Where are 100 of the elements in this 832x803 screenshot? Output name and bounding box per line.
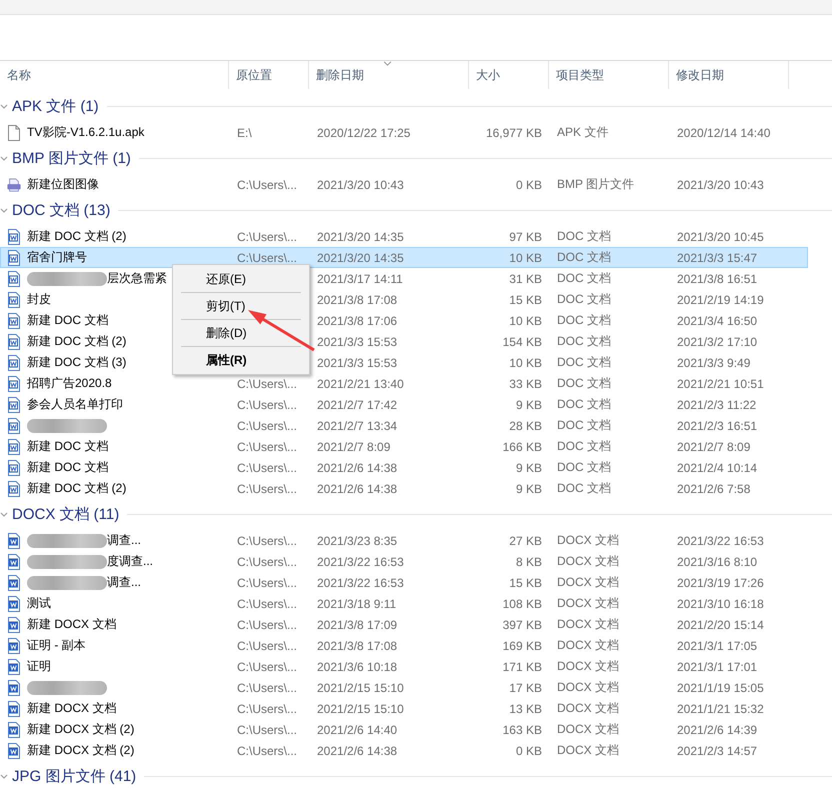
file-size: 0 KB [516,178,542,192]
modified-date: 2021/2/3 11:22 [677,398,756,412]
file-name: 参会人员名单打印 [27,396,123,413]
original-location: C:\Users\... [237,638,298,652]
deleted-date: 2021/2/6 14:38 [317,744,398,758]
file-size: 15 KB [509,292,542,306]
deleted-date: 2021/2/6 14:38 [317,460,398,474]
modified-date: 2021/2/3 16:51 [677,418,758,432]
menu-item[interactable]: 属性(R) [173,348,309,372]
deleted-date: 2021/3/23 8:35 [317,534,398,548]
group-header[interactable]: DOCX 文档 (11) [0,499,832,530]
word-document-icon [7,334,21,350]
menu-item[interactable]: 还原(E) [173,267,309,291]
modified-date: 2021/3/22 16:53 [677,534,764,548]
group-header[interactable]: DOC 文档 (13) [0,195,832,226]
file-size: 97 KB [509,230,542,244]
file-name: 测试 [27,595,51,612]
deleted-date: 2020/12/22 17:25 [317,126,410,140]
deleted-date: 2021/3/20 14:35 [317,230,404,244]
group-header[interactable]: JPG 图片文件 (41) [0,761,832,792]
column-header[interactable]: 删除日期 [309,61,469,89]
original-location: C:\Users\... [237,250,298,264]
item-type: DOC 文档 [557,396,611,413]
file-size: 169 KB [502,638,542,652]
word-document-icon [7,554,21,570]
deleted-date: 2021/3/22 16:53 [317,554,404,568]
annotation-arrow [246,308,316,352]
item-type: DOC 文档 [557,312,611,329]
modified-date: 2021/2/6 14:39 [677,722,758,736]
file-size: 166 KB [502,440,542,454]
item-type: DOCX 文档 [557,658,620,675]
item-type: DOCX 文档 [557,679,620,696]
deleted-date: 2021/2/6 14:38 [317,482,398,496]
original-location: C:\Users\... [237,178,298,192]
item-type: DOCX 文档 [557,532,620,549]
group-header[interactable]: APK 文件 (1) [0,91,832,122]
column-header[interactable]: 名称 [0,61,229,89]
item-type: DOC 文档 [557,333,611,350]
item-type: DOC 文档 [557,438,611,455]
deleted-date: 2021/3/20 14:35 [317,250,404,264]
file-name: 新建 DOCX 文档 [27,616,116,633]
item-type: DOC 文档 [557,270,611,287]
word-document-icon [7,680,21,696]
word-document-icon [7,270,21,286]
modified-date: 2021/1/21 15:32 [677,702,764,716]
word-document-icon [7,312,21,328]
word-document-icon [7,574,21,590]
modified-date: 2021/3/1 17:05 [677,638,758,652]
file-size: 16,977 KB [486,126,542,140]
modified-date: 2021/3/10 16:18 [677,596,764,610]
original-location: C:\Users\... [237,482,298,496]
file-name: 招聘广告2020.8 [27,375,112,392]
original-location: C:\Users\... [237,702,298,716]
modified-date: 2021/1/19 15:05 [677,680,764,694]
deleted-date: 2021/2/7 17:42 [317,398,398,412]
word-document-icon [7,418,21,434]
column-header[interactable]: 原位置 [229,61,309,89]
file-size: 8 KB [516,554,542,568]
group-header[interactable]: BMP 图片文件 (1) [0,143,832,174]
file-size: 10 KB [509,250,542,264]
column-header[interactable]: 修改日期 [669,61,789,89]
word-document-icon [7,722,21,738]
deleted-date: 2021/3/20 10:43 [317,178,404,192]
item-type: DOC 文档 [557,291,611,308]
item-type: DOCX 文档 [557,700,620,717]
deleted-date: 2021/3/3 15:53 [317,334,398,348]
file-size: 171 KB [502,660,542,674]
file-size: 108 KB [502,596,542,610]
selected-row[interactable]: 宿舍门牌号 C:\Users\... 2021/3/20 14:35 10 KB DOC 文档 2021/3/3 15:47 [0,247,808,268]
column-header[interactable]: 大小 [469,61,549,89]
file-name: 新建 DOCX 文档 (2) [27,721,134,738]
modified-date: 2021/2/21 10:51 [677,376,764,390]
word-document-icon [7,480,21,496]
modified-date: 2021/2/4 10:14 [677,460,758,474]
modified-date: 2021/2/3 14:57 [677,744,758,758]
original-location: C:\Users\... [237,398,298,412]
modified-date: 2021/3/4 16:50 [677,314,758,328]
file-size: 31 KB [509,272,542,286]
modified-date: 2021/3/20 10:45 [677,230,764,244]
modified-date: 2021/3/1 17:01 [677,660,758,674]
modified-date: 2021/3/3 15:47 [677,250,758,264]
deleted-date: 2021/3/18 9:11 [317,596,396,610]
modified-date: 2021/3/2 17:10 [677,334,758,348]
menu-item[interactable]: 剪切(T) [173,294,309,318]
file-size: 27 KB [509,534,542,548]
item-type: DOC 文档 [557,459,611,476]
modified-date: 2021/2/20 15:14 [677,618,764,632]
menu-item[interactable]: 删除(D) [173,321,309,345]
item-type: DOC 文档 [557,249,611,266]
file-name: 新建 DOC 文档 [27,459,108,476]
file-name: 调查... [107,574,142,591]
file-size: 10 KB [509,356,542,370]
original-location: C:\Users\... [237,460,298,474]
word-document-icon [7,616,21,632]
word-document-icon [7,396,21,412]
item-type: DOCX 文档 [557,616,620,633]
original-location: C:\Users\... [237,534,298,548]
column-header[interactable]: 项目类型 [549,61,669,89]
original-location: C:\Users\... [237,554,298,568]
file-name: 新建 DOC 文档 [27,438,108,455]
